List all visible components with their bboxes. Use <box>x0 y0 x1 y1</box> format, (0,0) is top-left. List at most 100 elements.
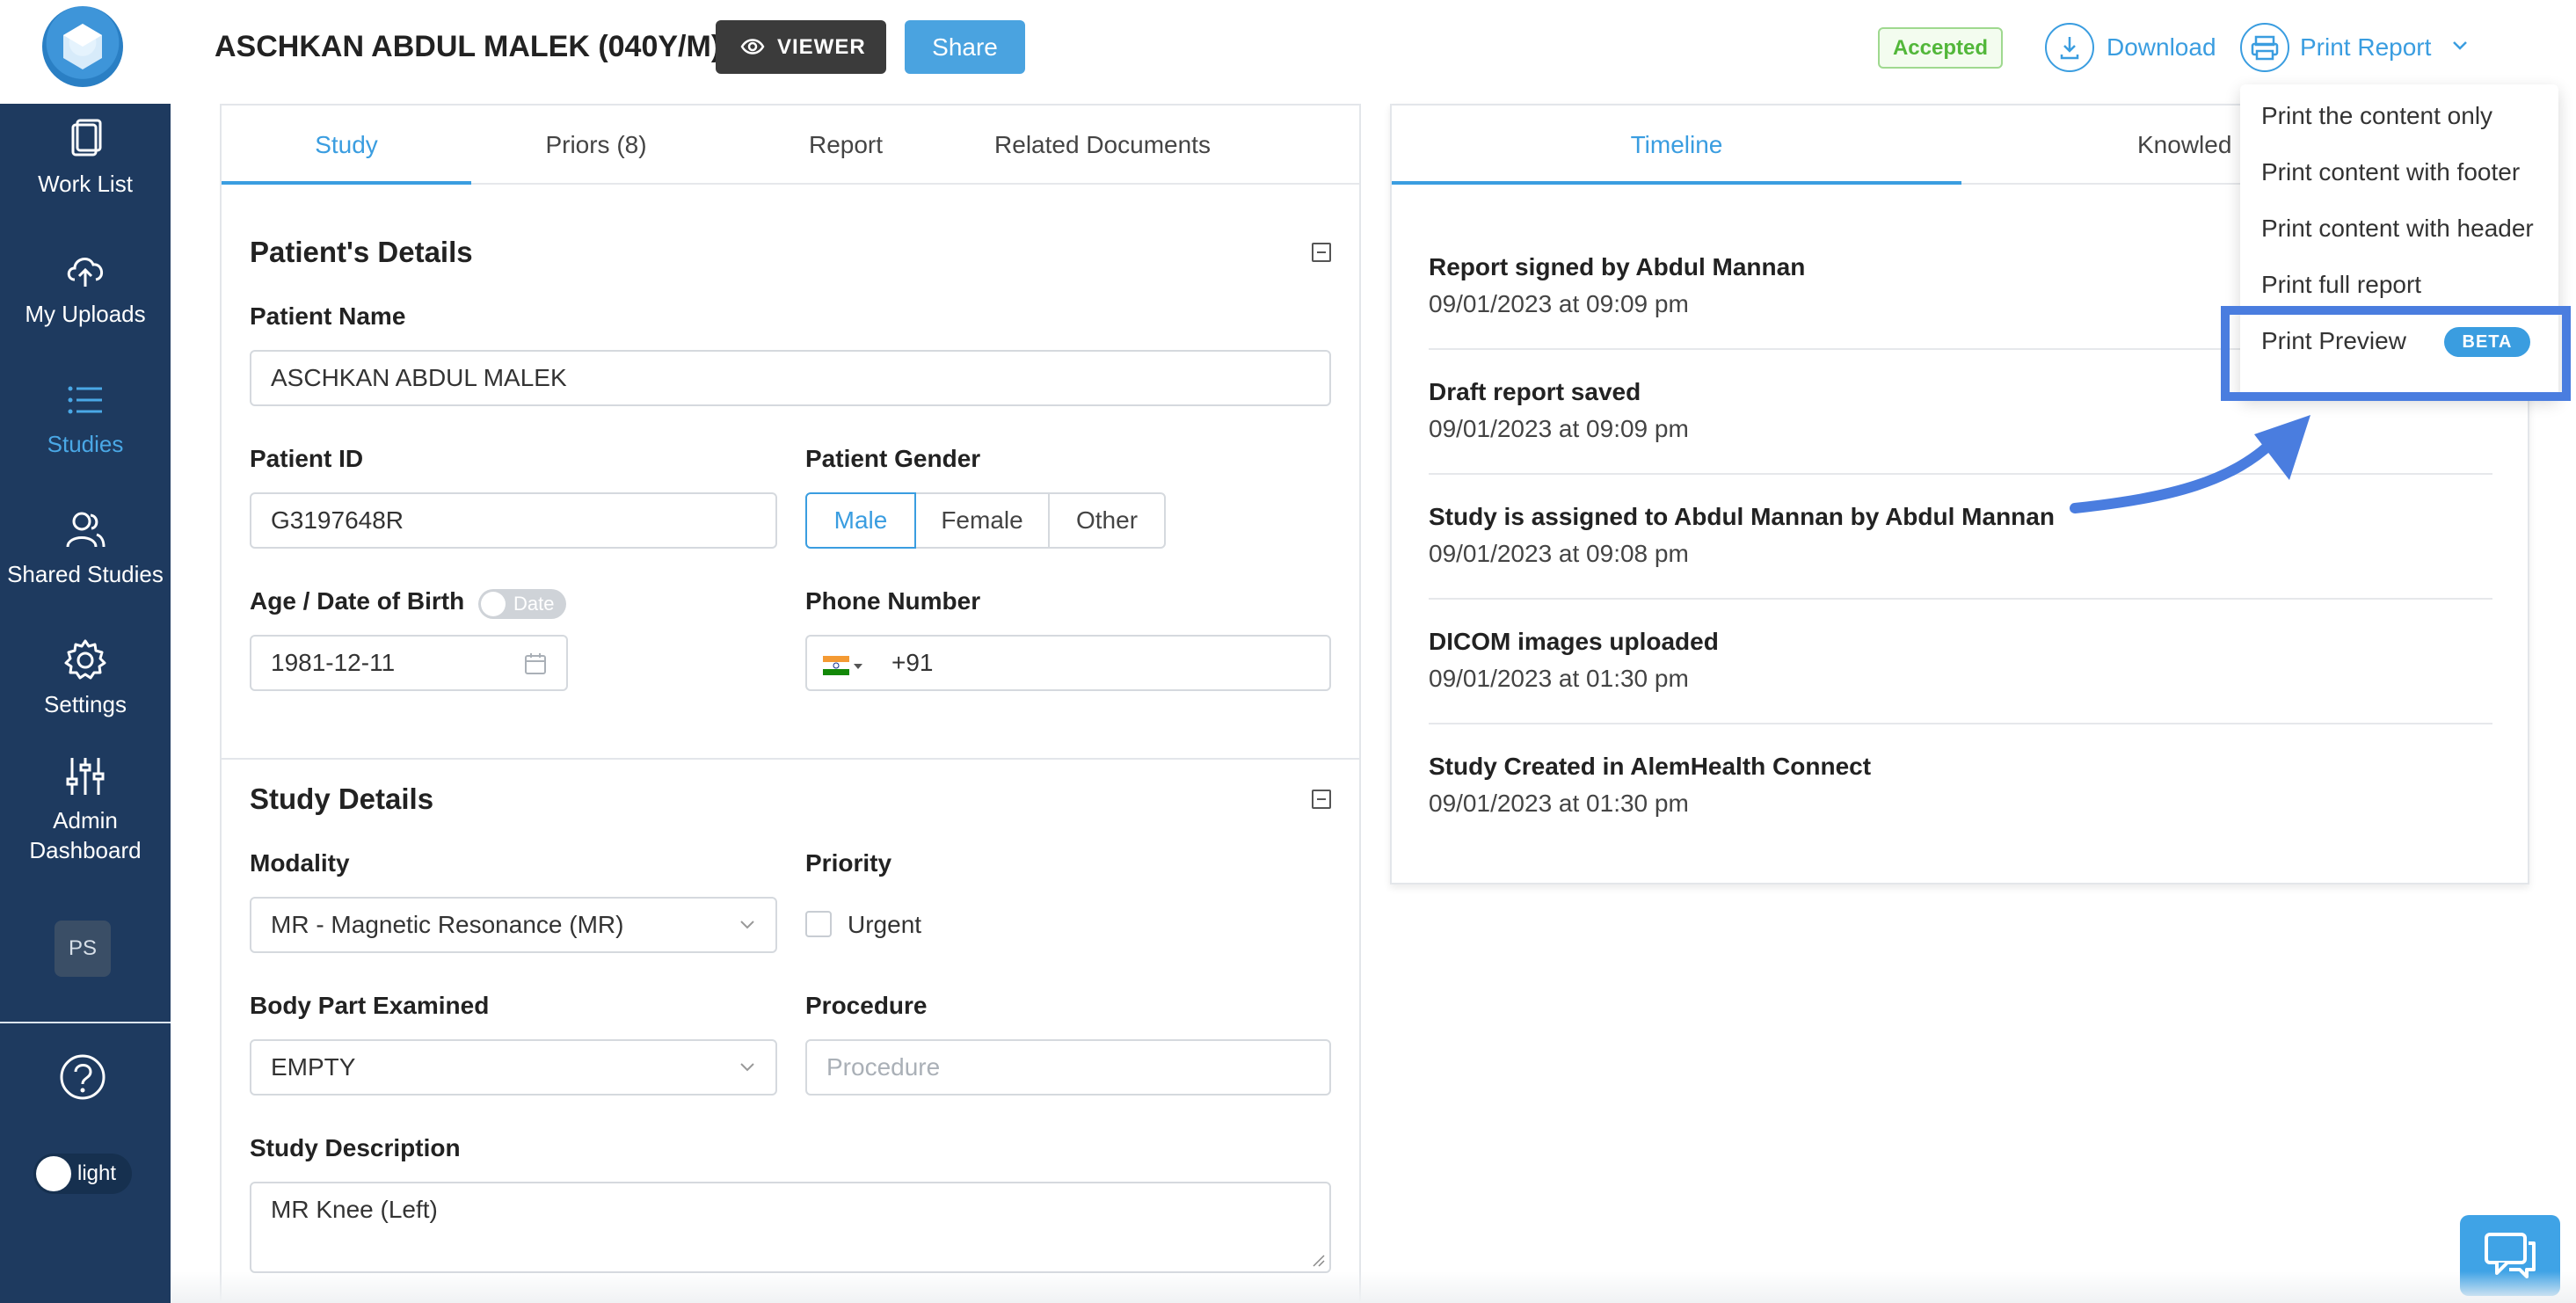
timeline-divider <box>1429 598 2492 600</box>
study-details-title: Study Details <box>250 783 434 815</box>
viewer-label: VIEWER <box>777 35 866 59</box>
timeline-item: DICOM images uploaded 09/01/2023 at 01:3… <box>1429 624 2492 698</box>
sidebar-item-label: Admin Dashboard <box>29 807 142 863</box>
calendar-icon <box>525 653 546 674</box>
sidebar-item-label: My Uploads <box>25 301 146 327</box>
tab-report[interactable]: Report <box>721 106 971 185</box>
date-toggle[interactable]: Date <box>478 589 566 619</box>
dob-field[interactable]: 1981-12-11 <box>250 635 568 691</box>
tab-timeline[interactable]: Timeline <box>1392 106 1961 185</box>
tab-study[interactable]: Study <box>222 106 471 185</box>
sidebar-item-studies[interactable]: Studies <box>0 376 171 459</box>
menu-item-print-with-header[interactable]: Print content with header <box>2261 215 2534 243</box>
menu-item-print-content-only[interactable]: Print the content only <box>2261 102 2492 130</box>
modality-select[interactable]: MR - Magnetic Resonance (MR) <box>250 897 777 953</box>
phone-number-label: Phone Number <box>805 587 981 615</box>
app-logo[interactable] <box>42 6 123 87</box>
chevron-down-icon <box>740 921 754 929</box>
download-label: Download <box>2107 33 2216 61</box>
sliders-icon <box>66 758 105 795</box>
printer-icon <box>2240 23 2289 72</box>
tab-knowledge-label: Knowled <box>2137 131 2232 158</box>
status-badge: Accepted <box>1878 27 2003 69</box>
collapse-icon[interactable] <box>1312 243 1331 262</box>
sidebar-item-my-uploads[interactable]: My Uploads <box>0 246 171 329</box>
timeline-divider <box>1429 473 2492 475</box>
date-toggle-label: Date <box>513 593 555 615</box>
body-part-select[interactable]: EMPTY <box>250 1039 777 1096</box>
modality-value: MR - Magnetic Resonance (MR) <box>271 911 624 938</box>
gender-male-option[interactable]: Male <box>805 492 916 549</box>
age-dob-label: Age / Date of Birth <box>250 587 465 615</box>
download-icon <box>2045 23 2094 72</box>
sidebar-item-settings[interactable]: Settings <box>0 637 171 719</box>
urgent-label: Urgent <box>848 911 922 938</box>
chevron-down-icon <box>740 1063 754 1072</box>
print-report-label: Print Report <box>2300 33 2432 61</box>
gender-female-option[interactable]: Female <box>914 492 1050 549</box>
procedure-input[interactable]: Procedure <box>805 1039 1331 1096</box>
share-button[interactable]: Share <box>905 20 1025 74</box>
priority-label: Priority <box>805 849 892 877</box>
page-title: ASCHKAN ABDUL MALEK (040Y/M) <box>215 30 722 63</box>
patient-id-field[interactable]: G3197648R <box>250 492 777 549</box>
toggle-knob <box>36 1156 71 1191</box>
sidebar-divider <box>0 1022 171 1023</box>
toggle-knob <box>481 592 506 616</box>
document-icon <box>71 119 102 157</box>
study-description-label: Study Description <box>250 1134 461 1161</box>
timeline-title: Study Created in AlemHealth Connect <box>1429 753 1872 780</box>
menu-item-print-full-report[interactable]: Print full report <box>2261 271 2421 299</box>
patient-gender-label: Patient Gender <box>805 445 981 472</box>
timeline-divider <box>1429 723 2492 724</box>
timeline-title: DICOM images uploaded <box>1429 628 1719 655</box>
study-description-field[interactable]: MR Knee (Left) <box>250 1182 1331 1273</box>
timeline-time: 09/01/2023 at 09:09 pm <box>1429 415 1689 442</box>
phone-number-field[interactable]: +91 <box>805 635 1331 691</box>
caret-down-icon <box>854 664 862 669</box>
sidebar-item-shared-studies[interactable]: Shared Studies <box>0 506 171 589</box>
menu-item-print-with-footer[interactable]: Print content with footer <box>2261 158 2520 186</box>
procedure-label: Procedure <box>805 992 928 1019</box>
sidebar-item-label: Work List <box>38 171 133 197</box>
sidebar-item-admin-dashboard[interactable]: Admin Dashboard <box>0 753 171 865</box>
help-icon[interactable] <box>59 1053 106 1101</box>
users-icon <box>66 512 106 548</box>
study-tabs: Study Priors (8) Report Related Document… <box>222 106 1359 185</box>
logo-area <box>0 0 171 104</box>
active-tab-indicator <box>222 181 471 185</box>
tab-related-documents[interactable]: Related Documents <box>971 106 1234 185</box>
timeline-title: Study is assigned to Abdul Mannan by Abd… <box>1429 503 2055 530</box>
annotation-arrow-icon <box>2070 415 2310 513</box>
patient-name-field[interactable]: ASCHKAN ABDUL MALEK <box>250 350 1331 406</box>
collapse-icon[interactable] <box>1312 790 1331 809</box>
sidebar-item-work-list[interactable]: Work List <box>0 116 171 199</box>
section-divider <box>222 758 1359 760</box>
timeline-time: 09/01/2023 at 01:30 pm <box>1429 665 1689 692</box>
theme-toggle[interactable]: light <box>33 1154 132 1194</box>
dob-value: 1981-12-11 <box>271 649 396 676</box>
sidebar-item-label: Settings <box>44 691 127 717</box>
highlight-annotation <box>2221 306 2571 401</box>
sidebar-item-label: Shared Studies <box>7 561 164 587</box>
print-report-button[interactable]: Print Report <box>2240 23 2478 72</box>
timeline-item: Study is assigned to Abdul Mannan by Abd… <box>1429 499 2492 573</box>
theme-label: light <box>77 1161 117 1185</box>
patient-id-label: Patient ID <box>250 445 364 472</box>
timeline-time: 09/01/2023 at 01:30 pm <box>1429 790 1689 817</box>
gender-other-option[interactable]: Other <box>1048 492 1166 549</box>
tab-priors[interactable]: Priors (8) <box>471 106 721 185</box>
avatar[interactable]: PS <box>55 921 111 977</box>
gear-icon <box>64 639 106 680</box>
active-tab-indicator <box>1392 181 1961 185</box>
chevron-down-icon <box>2453 41 2467 50</box>
viewer-button[interactable]: VIEWER <box>716 20 886 74</box>
timeline-time: 09/01/2023 at 09:08 pm <box>1429 540 1689 567</box>
india-flag-icon[interactable] <box>823 656 849 675</box>
sidebar: Work List My Uploads Studies Shared Stud… <box>0 0 171 1303</box>
page-bottom-edge <box>171 1271 2576 1303</box>
resize-handle-icon[interactable] <box>1312 1254 1326 1268</box>
patient-name-label: Patient Name <box>250 302 406 330</box>
sidebar-item-label: Studies <box>47 431 124 457</box>
urgent-checkbox[interactable] <box>805 911 832 937</box>
